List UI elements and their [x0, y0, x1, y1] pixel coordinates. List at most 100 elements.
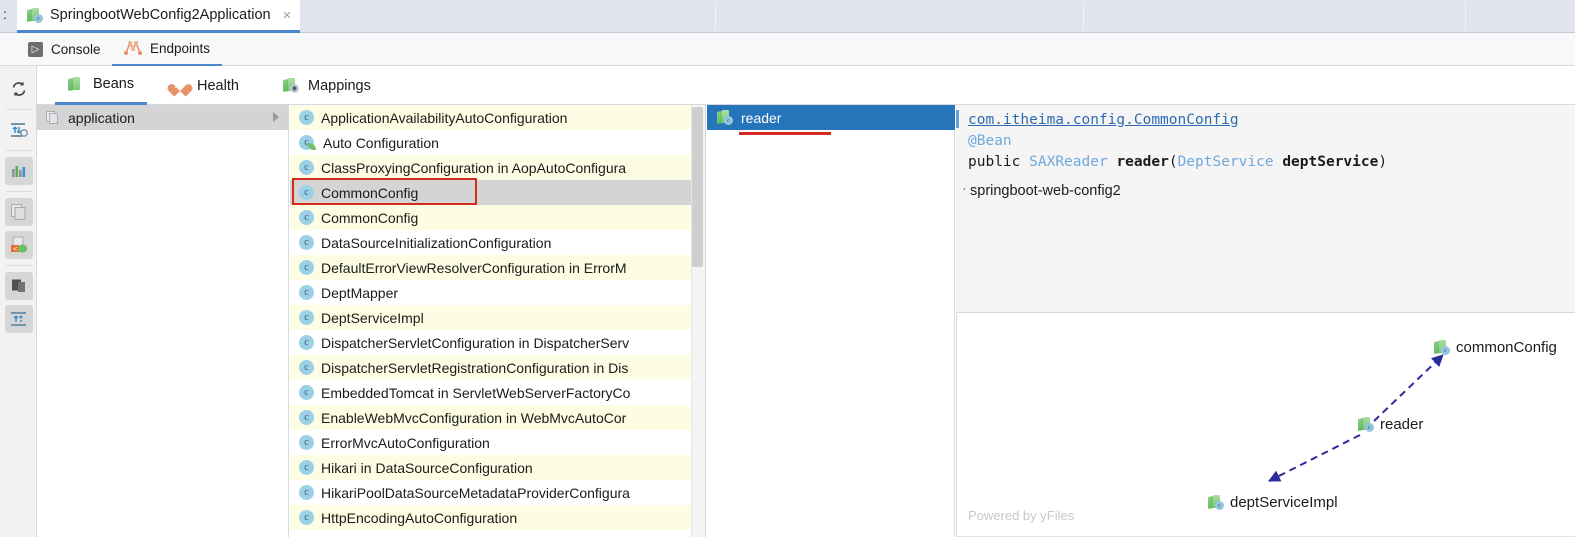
- bean-list-item[interactable]: cClassProxyingConfiguration in AopAutoCo…: [290, 155, 706, 180]
- close-icon[interactable]: ×: [283, 7, 292, 24]
- tab-beans[interactable]: Beans: [55, 66, 147, 105]
- class-icon: c: [299, 460, 314, 475]
- tab-mappings-label: Mappings: [308, 78, 371, 94]
- class-leaf-icon: c: [299, 135, 316, 151]
- graph-node-deptServiceImpl[interactable]: c deptServiceImpl: [1208, 494, 1338, 511]
- graph-node-label: reader: [1380, 416, 1423, 433]
- bean-child-reader[interactable]: c reader: [707, 105, 955, 130]
- bean-list-item-label: HttpEncodingAutoConfiguration: [321, 510, 517, 526]
- group-modules-icon[interactable]: [5, 272, 33, 300]
- toolbar-divider: [6, 191, 32, 192]
- bean-list-item[interactable]: c DataSourceInitializationConfiguration: [290, 230, 706, 255]
- graph-node-commonConfig[interactable]: c commonConfig: [1434, 339, 1557, 356]
- tab-mappings[interactable]: ◉ Mappings: [270, 66, 384, 105]
- module-stack-icon: [46, 111, 60, 125]
- beans-view-tabs: Beans ∼ Health ◉ Mappings: [37, 66, 1575, 105]
- bean-dependency-graph[interactable]: c commonConfig c reader c deptServiceImp…: [956, 313, 1575, 537]
- heart-icon: ∼: [172, 78, 188, 93]
- toolbar-divider: [6, 150, 32, 151]
- class-icon: c: [299, 310, 314, 325]
- bean-list-item[interactable]: c DispatcherServletConfiguration in Dispa…: [290, 330, 706, 355]
- yfiles-watermark: Powered by yFiles: [968, 508, 1074, 523]
- class-icon: c: [299, 235, 314, 250]
- bean-list-item[interactable]: cApplicationAvailabilityAutoConfiguratio…: [290, 105, 706, 130]
- bean-list-item[interactable]: cHikari in DataSourceConfiguration: [290, 455, 706, 480]
- bean-list-item[interactable]: c EmbeddedTomcat in ServletWebServerFacto…: [290, 380, 706, 405]
- bean-list-item-label: ErrorMvcAutoConfiguration: [321, 435, 490, 451]
- copy-layers-icon[interactable]: [5, 198, 33, 226]
- signature-open-paren: (: [1169, 154, 1178, 170]
- run-tab-label: SpringbootWebConfig2Application: [50, 7, 271, 23]
- bean-detail-pane: com.itheima.config.CommonConfig @Bean pu…: [956, 105, 1575, 312]
- tab-health[interactable]: ∼ Health: [159, 66, 252, 105]
- bean-module-label: springboot-web-config2: [970, 183, 1121, 199]
- class-icon: c: [299, 435, 314, 450]
- mappings-globe-icon: ◉: [283, 78, 299, 93]
- endpoints-tool-window: : c SpringbootWebConfig2Application × ▷ …: [0, 0, 1575, 537]
- bean-list-item[interactable]: c Auto Configuration: [290, 130, 706, 155]
- bean-list-item-label: DispatcherServletConfiguration in Dispat…: [321, 335, 629, 351]
- tab-console-label: Console: [51, 42, 101, 57]
- tab-console[interactable]: ▷ Console: [16, 33, 113, 66]
- bean-list-scrollbar-thumb[interactable]: [692, 107, 703, 267]
- signature-close-paren: ): [1378, 154, 1387, 170]
- bean-list-item[interactable]: c HttpEncodingAutoConfiguration: [290, 505, 706, 530]
- class-icon: c: [299, 510, 314, 525]
- refresh-icon[interactable]: [5, 75, 33, 103]
- bean-list-item-label: DeptMapper: [321, 285, 398, 301]
- tool-window-tabs: ▷ Console Endpoints: [0, 33, 1575, 66]
- class-icon: c: [299, 335, 314, 350]
- bean-list-item[interactable]: cDefaultErrorViewResolverConfiguration i…: [290, 255, 706, 280]
- bean-list-item-label: EnableWebMvcConfiguration in WebMvcAutoC…: [321, 410, 626, 426]
- edge-reader-to-deptserviceimpl: [1269, 435, 1360, 481]
- bean-list-item[interactable]: c DeptMapper: [290, 280, 706, 305]
- class-icon: c: [299, 260, 314, 275]
- edge-reader-to-commonconfig: [1374, 355, 1443, 421]
- tree-node-application[interactable]: application: [37, 105, 289, 130]
- bean-icon: c: [1208, 495, 1224, 510]
- class-icon: c: [299, 110, 314, 125]
- bean-list-item[interactable]: cCommonConfig: [290, 180, 706, 205]
- bean-list-scrollbar[interactable]: [691, 105, 705, 537]
- tab-endpoints-label: Endpoints: [150, 41, 210, 56]
- class-icon: c: [299, 410, 314, 425]
- class-icon: c: [299, 285, 314, 300]
- bean-child-label: reader: [741, 110, 781, 126]
- signature-param-type: DeptService: [1178, 154, 1274, 170]
- bean-list-item[interactable]: cHikariPoolDataSourceMetadataProviderCon…: [290, 480, 706, 505]
- bean-list-item[interactable]: c DeptServiceImpl: [290, 305, 706, 330]
- class-icon: c: [299, 485, 314, 500]
- tab-endpoints[interactable]: Endpoints: [112, 33, 222, 66]
- bean-list-item[interactable]: c EnableWebMvcConfiguration in WebMvcAuto…: [290, 405, 706, 430]
- chevron-right-icon[interactable]: [273, 112, 279, 122]
- expand-all-icon[interactable]: [5, 305, 33, 333]
- class-icon: c: [299, 385, 314, 400]
- bean-list-item-label: DeptServiceImpl: [321, 310, 424, 326]
- bean-class-link[interactable]: com.itheima.config.CommonConfig: [968, 112, 1239, 128]
- bean-list-item-label: CommonConfig: [321, 210, 418, 226]
- bean-list-item[interactable]: cDispatcherServletRegistrationConfigurat…: [290, 355, 706, 380]
- signature-return-type: SAXReader: [1029, 154, 1108, 170]
- bean-list[interactable]: cApplicationAvailabilityAutoConfiguratio…: [290, 105, 706, 537]
- expand-collapse-timing-icon[interactable]: [5, 116, 33, 144]
- bean-list-item[interactable]: c ErrorMvcAutoConfiguration: [290, 430, 706, 455]
- bean-icon: [68, 77, 84, 92]
- graph-node-label: deptServiceImpl: [1230, 494, 1338, 511]
- bean-list-item-label: CommonConfig: [321, 185, 418, 201]
- bean-children-pane[interactable]: c reader: [707, 105, 955, 537]
- bean-list-item-label: EmbeddedTomcat in ServletWebServerFactor…: [321, 385, 630, 401]
- bean-list-item[interactable]: cCommonConfig: [290, 205, 706, 230]
- bean-list-item-label: DataSourceInitializationConfiguration: [321, 235, 551, 251]
- tab-beans-label: Beans: [93, 76, 134, 92]
- signature-param-name: deptService: [1282, 154, 1378, 170]
- tabstrip-divider: [715, 2, 716, 31]
- run-tab-springboot-app[interactable]: c SpringbootWebConfig2Application ×: [17, 0, 300, 33]
- bean-list-item-label: Auto Configuration: [323, 135, 439, 151]
- bean-list-item-label: ClassProxyingConfiguration in AopAutoCon…: [321, 160, 626, 176]
- bean-icon: c: [717, 110, 733, 125]
- graph-node-reader[interactable]: c reader: [1358, 416, 1423, 433]
- show-libraries-icon[interactable]: <: [5, 231, 33, 259]
- signature-method-name: reader: [1116, 154, 1168, 170]
- bar-chart-icon[interactable]: [5, 157, 33, 185]
- svg-text:<: <: [13, 245, 17, 253]
